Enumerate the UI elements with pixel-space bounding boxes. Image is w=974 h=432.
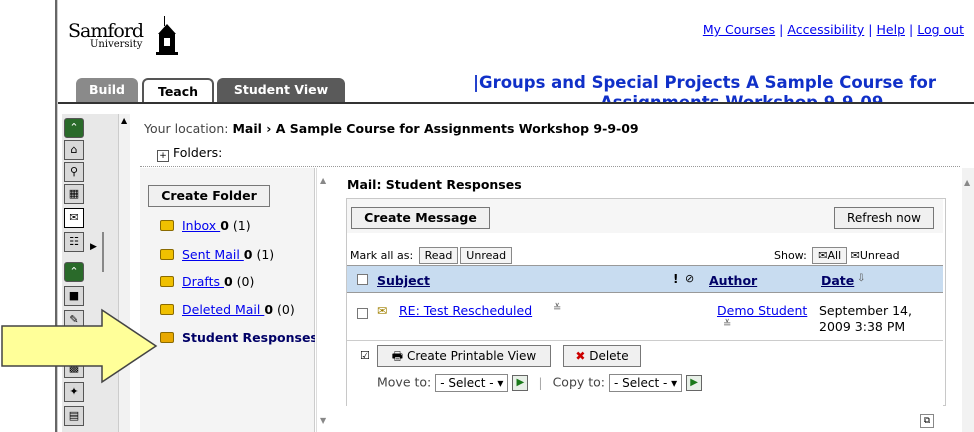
show-all-button[interactable]: ✉All	[812, 247, 848, 264]
message-subject-link[interactable]: RE: Test Rescheduled	[399, 303, 532, 318]
collapse-up-icon[interactable]: ⌃	[64, 118, 84, 138]
breadcrumb: Your location: Mail › A Sample Course fo…	[144, 121, 639, 136]
subject-column[interactable]: Subject	[377, 273, 430, 288]
folder-icon	[160, 304, 174, 315]
toolbar-scrollbar[interactable]: ▲	[118, 114, 130, 432]
open-folder-icon	[160, 332, 174, 343]
course-title: |Groups and Special Projects A Sample Co…	[473, 73, 936, 92]
breadcrumb-path: Mail › A Sample Course for Assignments W…	[232, 121, 639, 136]
tracking-tool-icon[interactable]: ✦	[64, 382, 84, 402]
folder-icon	[160, 220, 174, 231]
copy-go-button[interactable]: ▶	[686, 375, 703, 391]
folder-icon	[160, 249, 174, 260]
refresh-button[interactable]: Refresh now	[834, 207, 934, 229]
priority-column[interactable]: !	[673, 272, 678, 286]
sort-desc-icon[interactable]: ⇩	[857, 273, 865, 284]
mail-scrollbar[interactable]: ▲	[962, 168, 974, 432]
select-all-checkbox[interactable]	[357, 274, 368, 285]
search-tool-icon[interactable]: ⚲	[64, 162, 84, 182]
tower-logo-icon	[156, 16, 178, 55]
header: Samford University My Courses | Accessibil…	[58, 0, 974, 102]
unread-envelope-icon: ✉	[850, 249, 860, 262]
folder-deleted-mail[interactable]: Deleted Mail 0 (0)	[160, 302, 295, 317]
mark-all-bar: Mark all as: Read Unread	[350, 247, 513, 264]
author-column[interactable]: Author	[709, 273, 757, 288]
top-links: My Courses | Accessibility | Help | Log out	[702, 22, 964, 37]
mark-read-button[interactable]: Read	[418, 247, 459, 264]
author-details-icon[interactable]: ≚	[723, 319, 731, 330]
date-column[interactable]: Date	[821, 273, 854, 288]
header-divider	[58, 102, 974, 104]
envelopes-icon: ✉	[818, 249, 828, 262]
scroll-down-icon[interactable]: ▼	[320, 416, 326, 425]
help-icon[interactable]: ⧉	[920, 414, 934, 428]
expand-folders-icon[interactable]: +	[157, 150, 169, 162]
folder-icon	[160, 276, 174, 287]
mail-title: Mail: Student Responses	[347, 177, 522, 192]
tab-teach[interactable]: Teach	[142, 78, 214, 102]
tools-toolbar: ⌃ ⌂ ⚲ ▦ ✉ ☷ ⌃ ■ ✎ ☰ ▩ ✦ ▤ ▶	[62, 114, 118, 432]
expand-thread-icon[interactable]: ≚	[553, 303, 561, 314]
attachment-column-icon[interactable]: ⊘	[685, 272, 694, 285]
message-author-link[interactable]: Demo Student	[717, 303, 807, 318]
chat-tool-icon[interactable]: ☷	[64, 232, 84, 252]
book-tool-icon[interactable]: ■	[64, 286, 84, 306]
mark-unread-button[interactable]: Unread	[460, 247, 513, 264]
tab-student-view[interactable]: Student View	[217, 78, 345, 102]
create-printable-view-button[interactable]: 🖶 Create Printable View	[377, 345, 551, 367]
expand-arrow-icon[interactable]: ▶	[90, 242, 97, 252]
row-checkbox[interactable]	[357, 308, 368, 319]
scroll-up-icon[interactable]: ▲	[320, 176, 326, 185]
chart-tool-icon[interactable]: ▤	[64, 406, 84, 426]
course-title-line2: Assignments Workshop 9-9-09	[600, 93, 883, 102]
folder-pane	[140, 168, 315, 432]
divider	[140, 166, 960, 167]
message-date-line2: 2009 3:38 PM	[819, 319, 906, 334]
tab-build[interactable]: Build	[76, 78, 138, 102]
show-filter: Show: ✉All ✉Unread	[774, 247, 900, 264]
folder-student-responses[interactable]: Student Responses	[160, 330, 315, 345]
folders-toggle[interactable]: + Folders:	[157, 145, 222, 162]
delete-button[interactable]: ✖ Delete	[563, 345, 641, 367]
show-unread-button[interactable]: ✉Unread	[851, 249, 900, 262]
folder-drafts[interactable]: Drafts 0 (0)	[160, 274, 254, 289]
table-header: Subject ! ⊘ Author Date ⇩	[347, 265, 943, 293]
copy-to-select[interactable]: - Select - ▾	[609, 374, 683, 392]
create-message-button[interactable]: Create Message	[351, 207, 490, 229]
app-window: Samford University My Courses | Accessibil…	[0, 0, 974, 432]
mail-tool-icon[interactable]: ✉	[64, 208, 84, 228]
accessibility-link[interactable]: Accessibility	[787, 22, 864, 37]
folder-sent-mail[interactable]: Sent Mail 0 (1)	[160, 247, 274, 262]
logout-link[interactable]: Log out	[917, 22, 964, 37]
folder-scrollbar[interactable]: ▲ ▼	[316, 168, 330, 432]
read-envelope-icon: ✉	[377, 303, 388, 318]
scroll-up-icon[interactable]: ▲	[964, 178, 970, 187]
my-courses-link[interactable]: My Courses	[703, 22, 775, 37]
home-icon[interactable]: ⌂	[64, 140, 84, 160]
table-row: ✉ RE: Test Rescheduled ≚ Demo Student ≚ …	[347, 294, 943, 338]
splitter-handle[interactable]	[102, 232, 104, 272]
move-copy-bar: Move to: - Select - ▾ ▶ | Copy to: - Sel…	[377, 374, 703, 392]
help-link[interactable]: Help	[877, 22, 906, 37]
collapse-up-icon-2[interactable]: ⌃	[64, 262, 84, 282]
university-logo: Samford University	[68, 20, 144, 50]
delete-icon: ✖	[575, 349, 586, 363]
calendar-tool-icon[interactable]: ▦	[64, 184, 84, 204]
move-to-select[interactable]: - Select - ▾	[435, 374, 509, 392]
move-go-button[interactable]: ▶	[512, 375, 529, 391]
callout-arrow	[1, 308, 158, 384]
create-folder-button[interactable]: Create Folder	[148, 185, 270, 207]
checkbox-checked-icon: ☑	[360, 349, 370, 362]
folder-inbox[interactable]: Inbox 0 (1)	[160, 218, 251, 233]
scroll-up-icon[interactable]: ▲	[121, 116, 127, 125]
message-date-line1: September 14,	[819, 303, 912, 318]
printer-icon: 🖶	[391, 349, 404, 363]
